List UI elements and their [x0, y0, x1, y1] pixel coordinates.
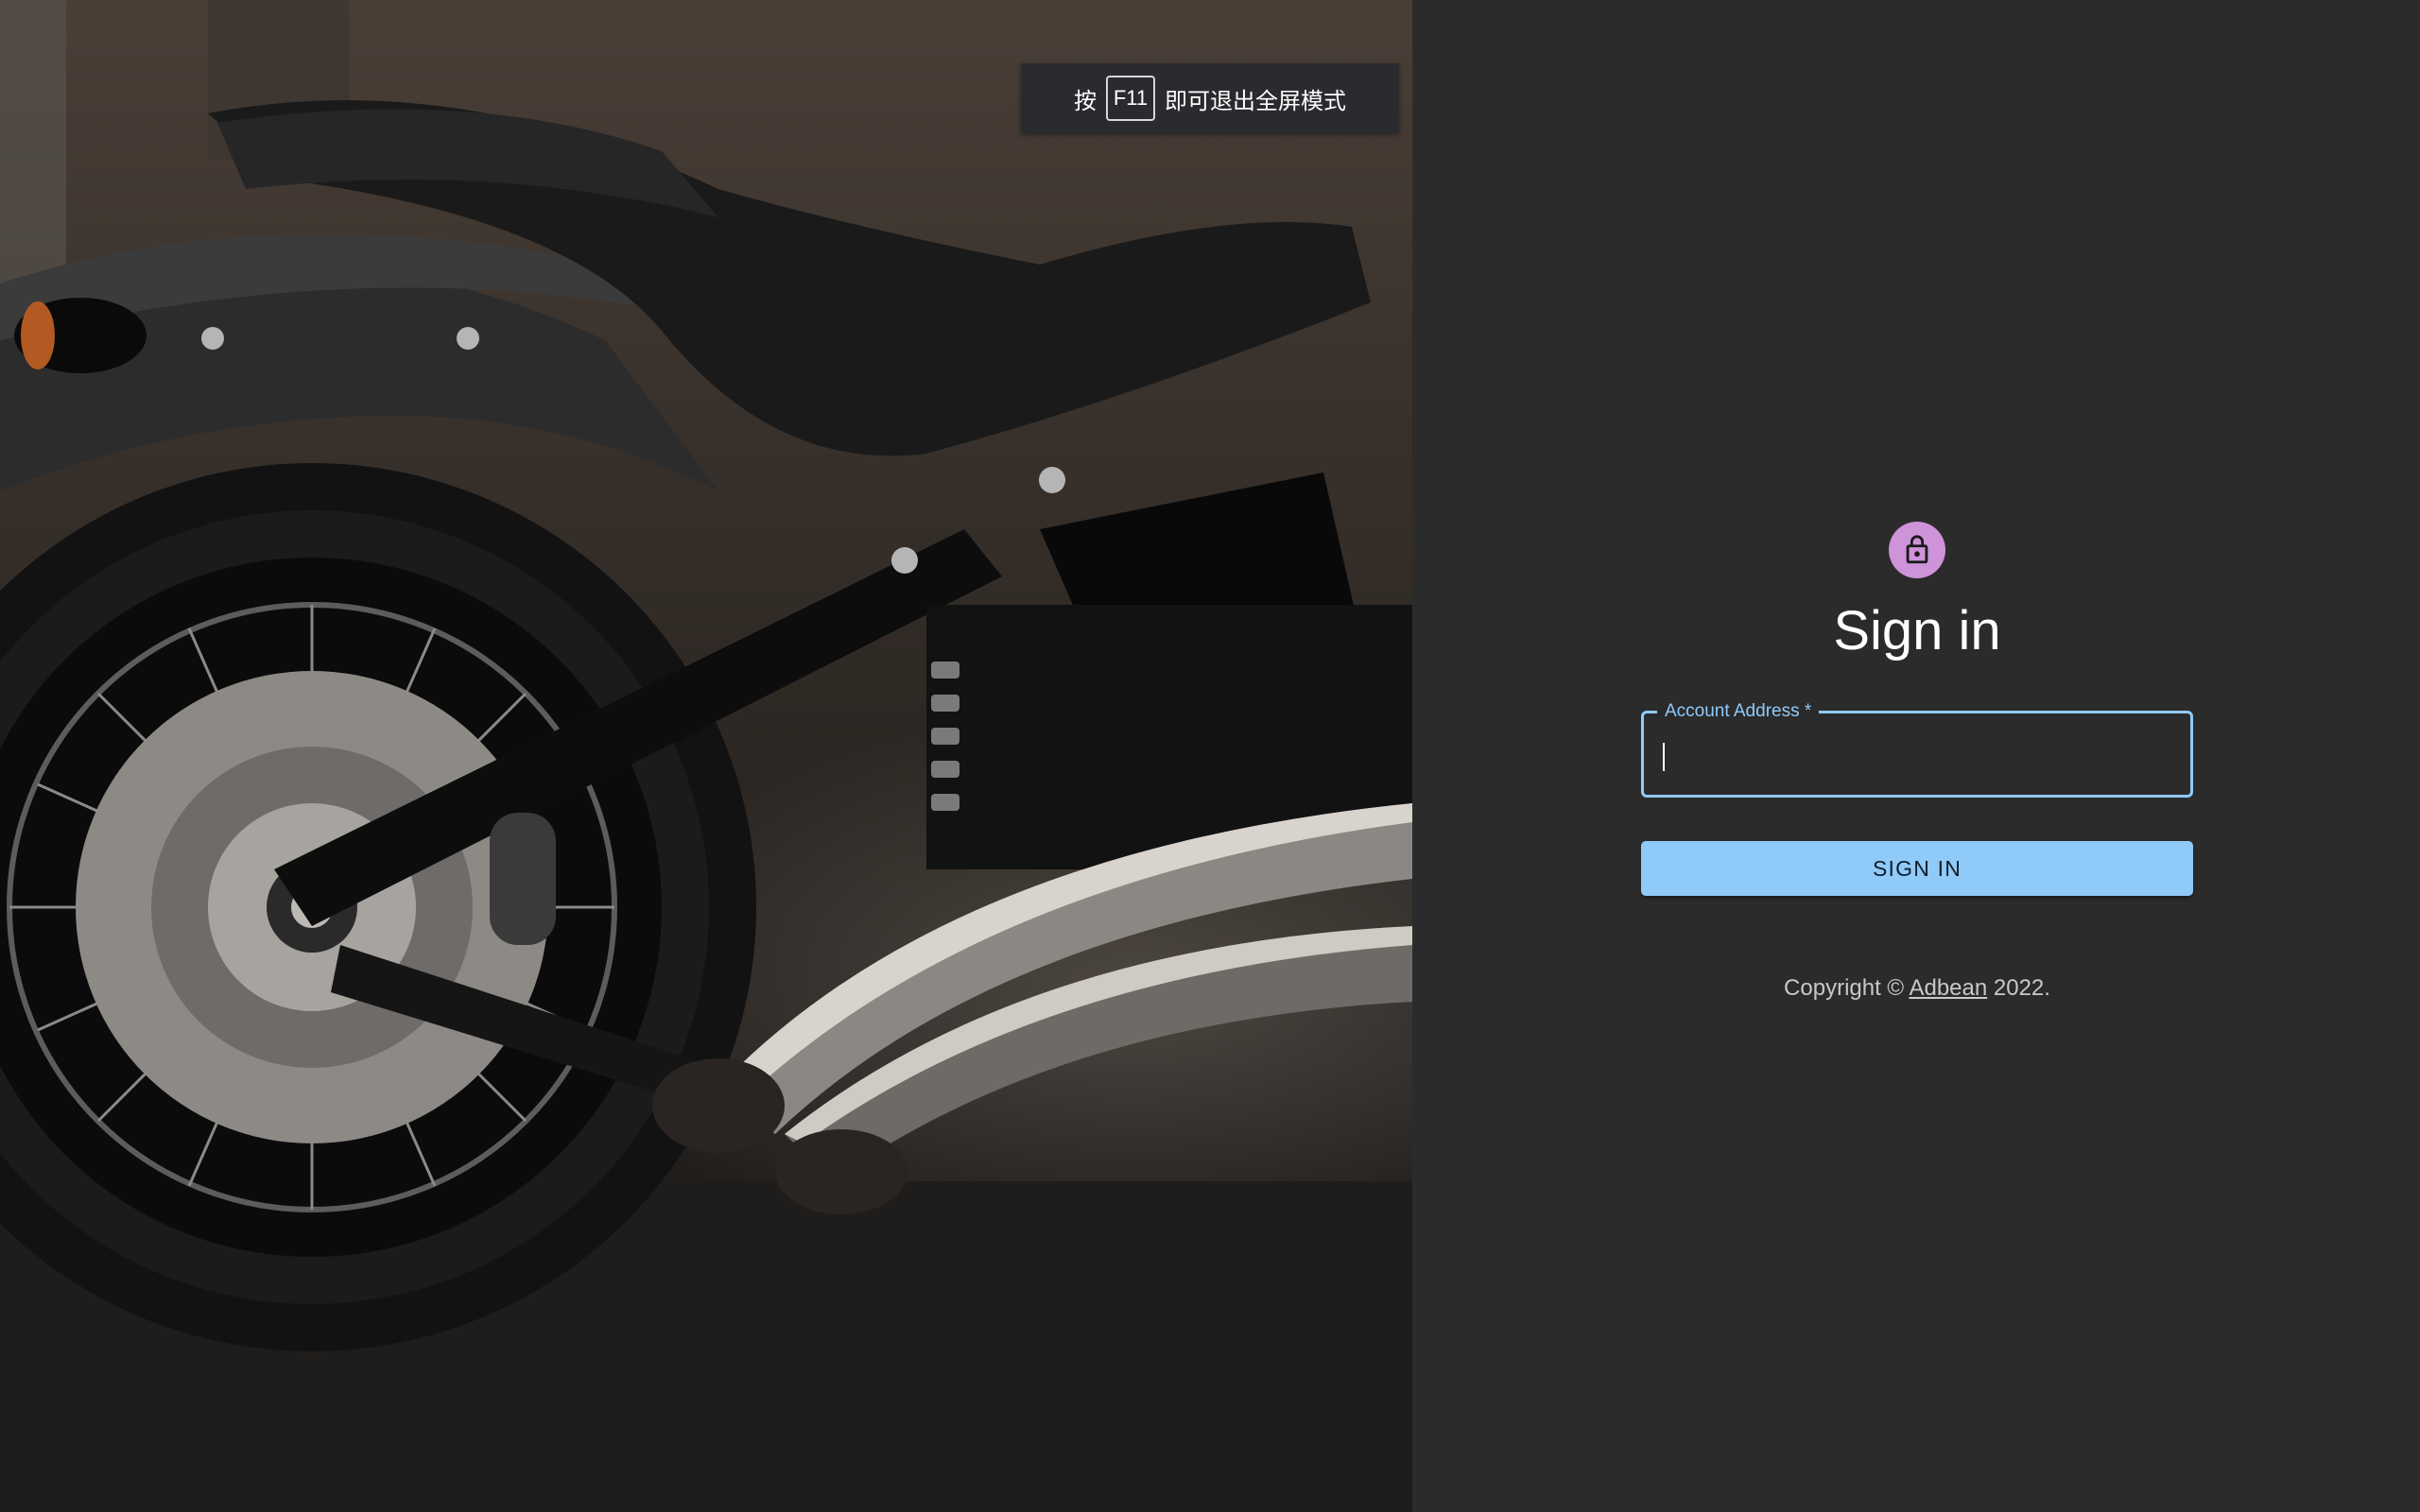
- copyright-prefix: Copyright ©: [1784, 975, 1905, 1001]
- fullscreen-exit-hint: 按 F11 即可退出全屏模式: [1021, 63, 1399, 133]
- fullscreen-hint-prefix: 按: [1074, 88, 1097, 114]
- copyright-text: Copyright © Adbean 2022.: [1784, 975, 2050, 1002]
- motorcycle-illustration: [0, 0, 1412, 1512]
- adbean-link[interactable]: Adbean: [1909, 975, 1987, 1001]
- sign-in-panel: Sign in Account Address * SIGN IN Copyri…: [1412, 0, 2420, 1512]
- sign-in-button[interactable]: SIGN IN: [1641, 841, 2193, 896]
- sign-in-form: Sign in Account Address * SIGN IN Copyri…: [1641, 522, 2193, 1002]
- fullscreen-hint-suffix: 即可退出全屏模式: [1165, 88, 1346, 114]
- app-root: 按 F11 即可退出全屏模式 Sign in Account Address *…: [0, 0, 2420, 1512]
- hero-image: 按 F11 即可退出全屏模式: [0, 0, 1412, 1512]
- copyright-suffix: 2022.: [1993, 975, 2050, 1001]
- f11-key-badge: F11: [1106, 76, 1155, 121]
- account-address-input[interactable]: [1644, 713, 2190, 795]
- page-title: Sign in: [1833, 600, 2001, 662]
- account-address-field[interactable]: Account Address *: [1641, 701, 2193, 798]
- text-caret: [1663, 743, 1665, 771]
- lock-avatar: [1889, 522, 1945, 578]
- lock-icon: [1906, 535, 1928, 564]
